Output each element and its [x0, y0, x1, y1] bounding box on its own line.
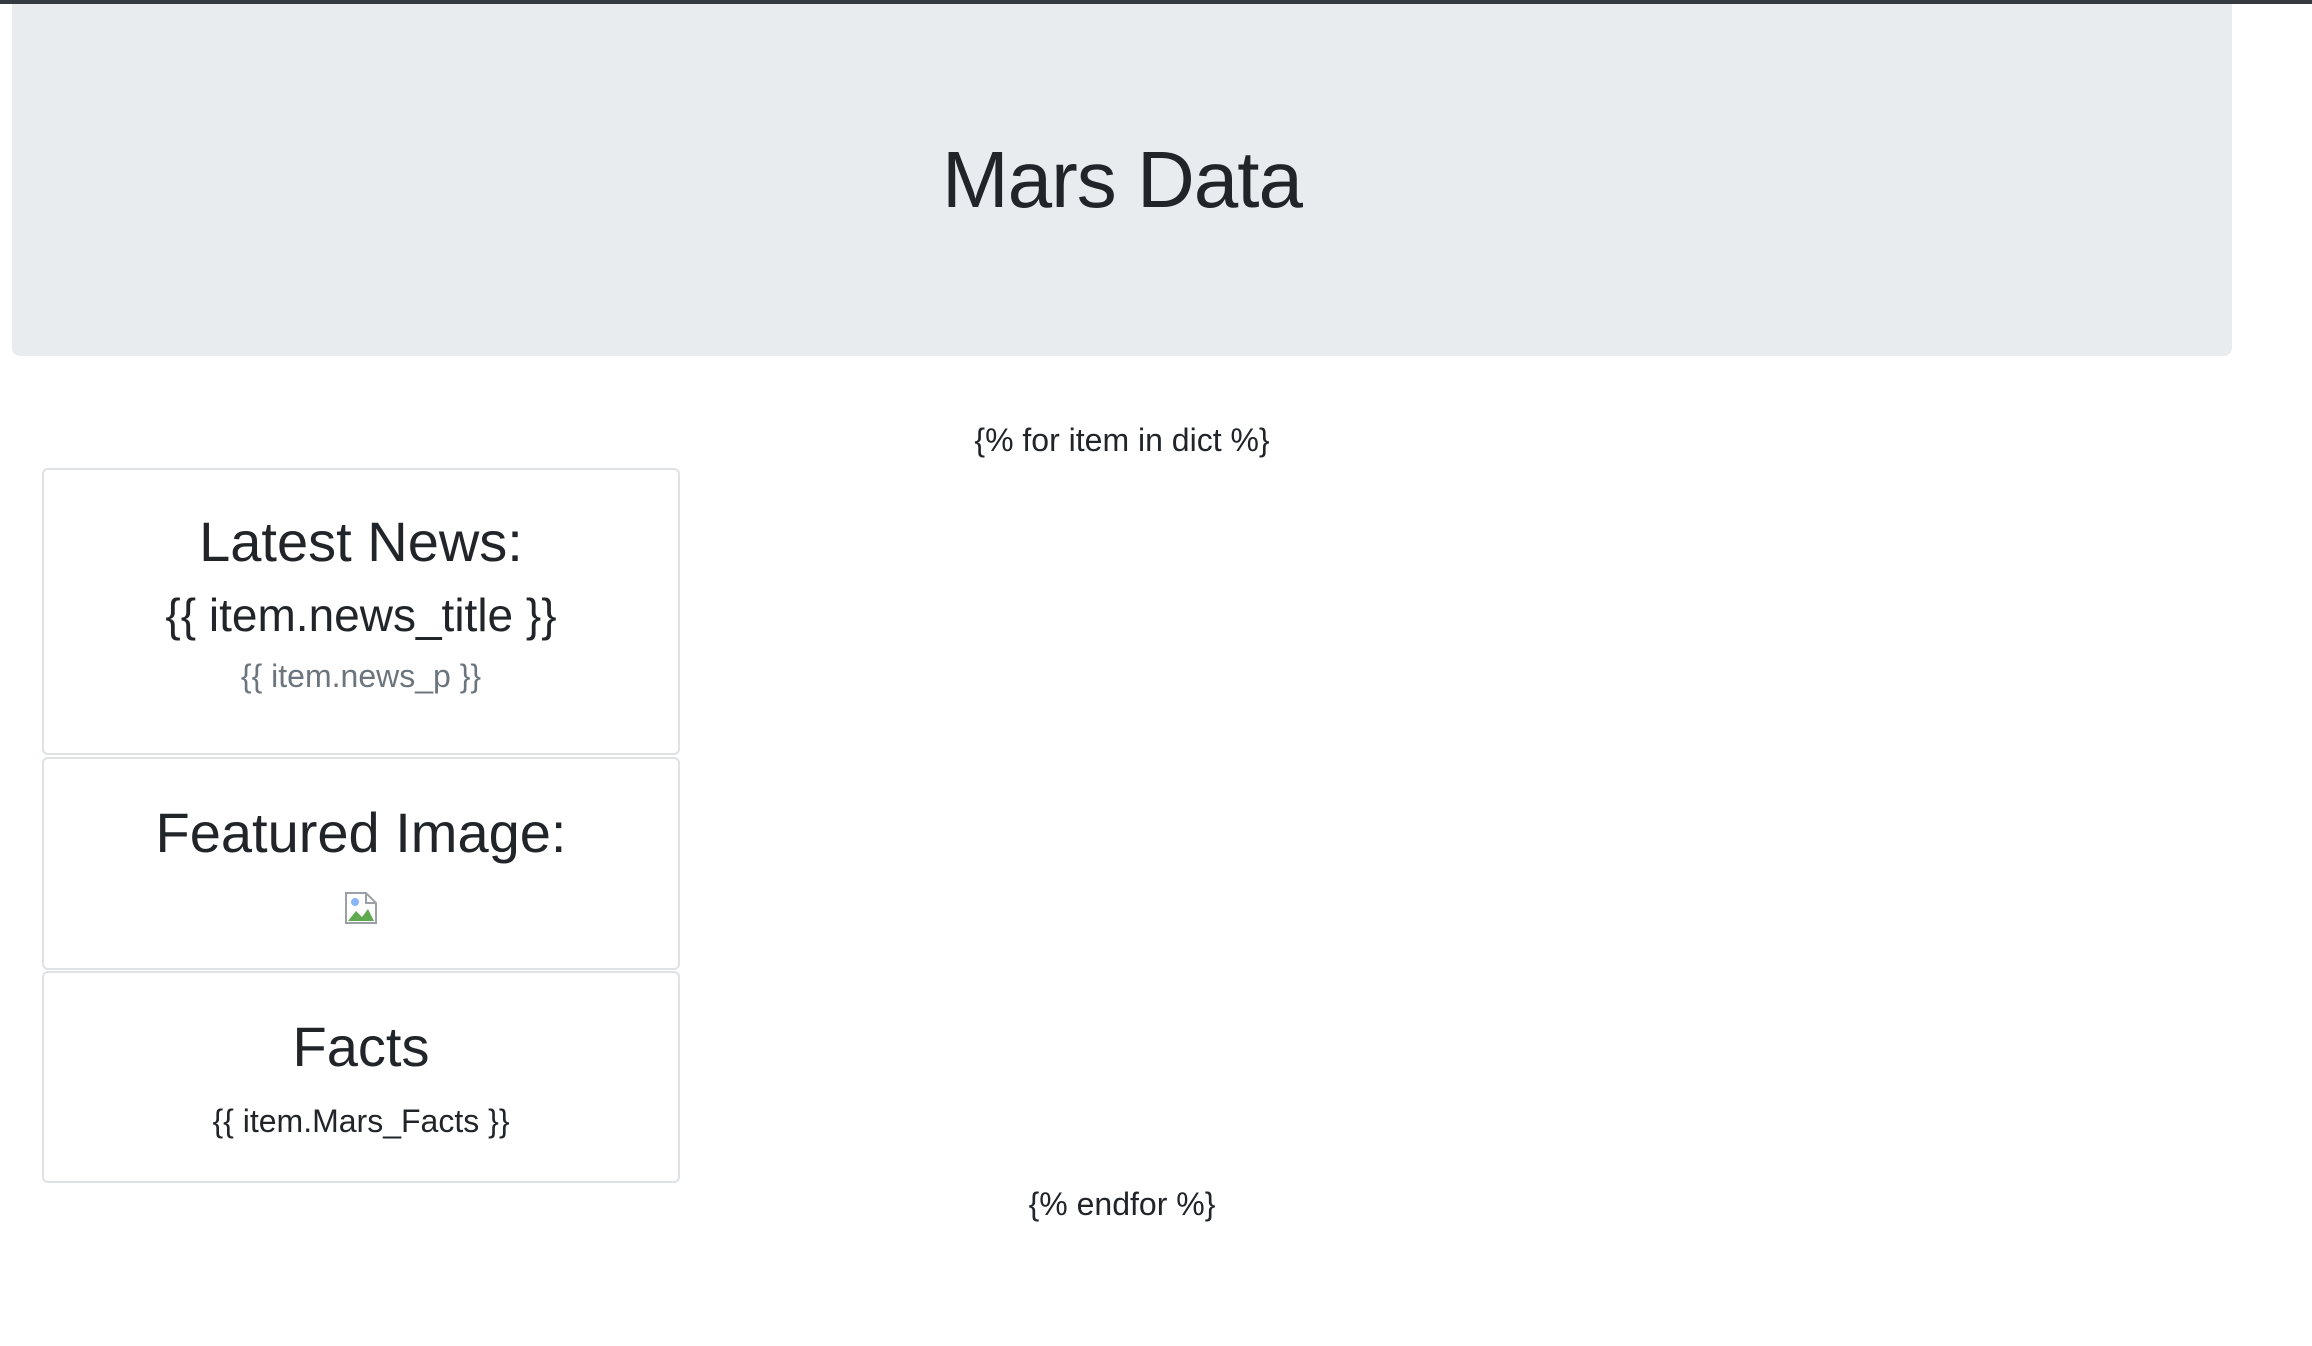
facts-text: {{ item.Mars_Facts }}: [212, 1103, 510, 1139]
facts-heading: Facts: [292, 1015, 430, 1078]
jumbotron-header: Mars Data: [12, 4, 2232, 356]
latest-news-heading: Latest News:: [199, 510, 523, 573]
template-for-line: {% for item in dict %}: [974, 422, 1270, 458]
template-endfor-line: {% endfor %}: [1028, 1186, 1216, 1222]
featured-image-heading: Featured Image:: [155, 801, 567, 864]
featured-image-card: Featured Image:: [42, 757, 680, 970]
page-title: Mars Data: [942, 135, 1303, 224]
news-title: {{ item.news_title }}: [165, 589, 557, 641]
latest-news-card: Latest News: {{ item.news_title }} {{ it…: [42, 468, 680, 755]
news-paragraph: {{ item.news_p }}: [240, 658, 482, 694]
facts-card: Facts {{ item.Mars_Facts }}: [42, 971, 680, 1183]
broken-image-icon: [344, 891, 378, 925]
